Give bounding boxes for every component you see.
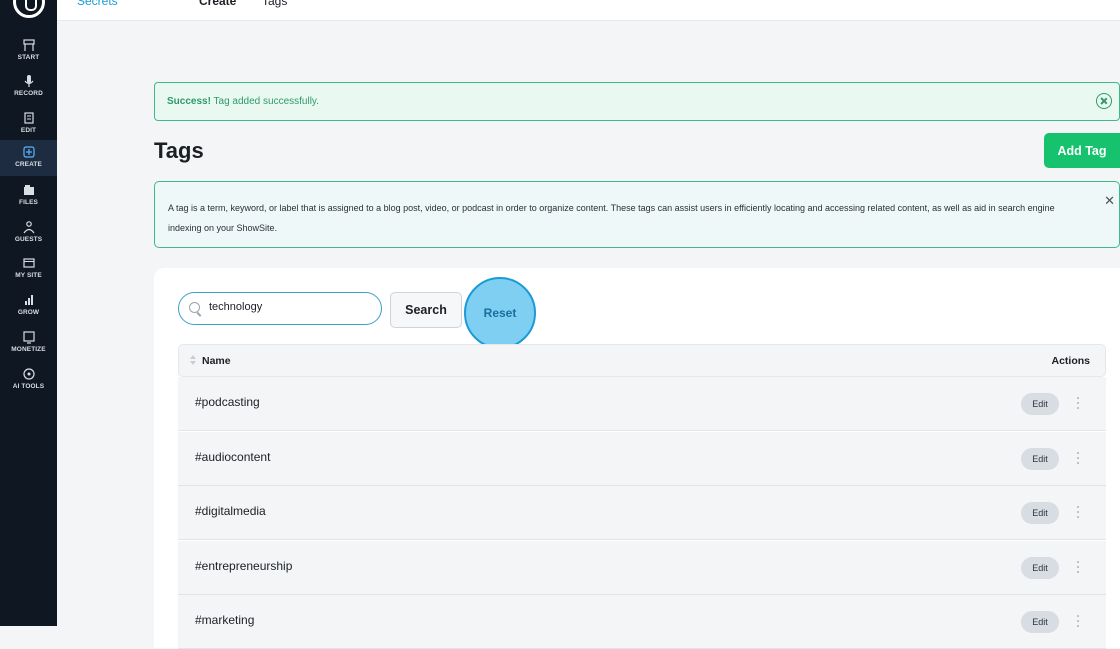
breadcrumb-podcast[interactable]: Secrets (77, 0, 118, 8)
sidebar-label: START (17, 54, 40, 61)
table-row: #audiocontent Edit (178, 432, 1106, 486)
reset-button[interactable]: Reset (464, 277, 536, 349)
sort-icon[interactable] (190, 355, 196, 367)
tag-name: #digitalmedia (195, 504, 266, 518)
sidebar-item-create[interactable]: CREATE (0, 140, 57, 176)
sidebar-label: RECORD (14, 90, 43, 97)
breadcrumb-tags: Tags (262, 0, 288, 8)
more-options-icon[interactable] (1076, 506, 1079, 518)
edit-icon (23, 112, 34, 124)
search-button[interactable]: Search (390, 292, 462, 328)
files-icon (23, 185, 34, 195)
tag-name: #podcasting (195, 395, 260, 409)
tag-name: #entrepreneurship (195, 559, 293, 573)
sidebar-item-my-site[interactable]: MY SITE (0, 251, 57, 287)
close-info-icon[interactable]: ✕ (1104, 194, 1115, 209)
sidebar-label: MY SITE (15, 272, 42, 279)
sidebar-label: EDIT (20, 127, 37, 134)
edit-button[interactable]: Edit (1021, 448, 1059, 470)
sidebar-label: GUESTS (14, 236, 43, 243)
search-field[interactable] (178, 292, 382, 325)
info-box: A tag is a term, keyword, or label that … (154, 181, 1120, 248)
add-tag-button[interactable]: Add Tag (1044, 133, 1120, 168)
alert-message: Tag added successfully. (213, 96, 319, 107)
tag-name: #audiocontent (195, 450, 271, 464)
edit-button[interactable]: Edit (1021, 611, 1059, 633)
table-row: #marketing Edit (178, 595, 1106, 649)
more-options-icon[interactable] (1076, 561, 1079, 573)
more-options-icon[interactable] (1076, 615, 1079, 627)
sidebar-label: GROW (17, 309, 40, 316)
edit-button[interactable]: Edit (1021, 393, 1059, 415)
tag-name: #marketing (195, 613, 255, 627)
page-title: Tags (154, 138, 204, 163)
column-header-name[interactable]: Name (202, 355, 231, 367)
sidebar-label: AI TOOLS (12, 383, 45, 390)
guests-icon (23, 221, 34, 234)
create-icon (22, 146, 35, 158)
sidebar-item-guests[interactable]: GUESTS (0, 215, 57, 251)
sidebar-item-record[interactable]: RECORD (0, 69, 57, 105)
sidebar-item-edit[interactable]: EDIT (0, 106, 57, 142)
sidebar: START RECORD EDIT CREATE FILES GUESTS MY… (0, 0, 57, 626)
sidebar-item-grow[interactable]: GROW (0, 288, 57, 324)
close-alert-icon[interactable] (1096, 93, 1112, 109)
logo-icon[interactable] (13, 0, 45, 18)
search-input[interactable] (209, 301, 369, 313)
ai-tools-icon (22, 368, 35, 380)
tags-card: Search Reset Name Actions #podcasting Ed… (154, 268, 1120, 649)
monetize-icon (22, 331, 35, 344)
more-options-icon[interactable] (1076, 452, 1079, 464)
search-icon (189, 302, 200, 313)
table-header: Name Actions (178, 344, 1106, 377)
sidebar-label: FILES (19, 199, 38, 206)
top-bar: Secrets Create Tags (57, 0, 1120, 21)
table-row: #entrepreneurship Edit (178, 541, 1106, 595)
edit-button[interactable]: Edit (1021, 502, 1059, 524)
grow-icon (24, 295, 33, 305)
edit-button[interactable]: Edit (1021, 557, 1059, 579)
sidebar-label: CREATE (15, 161, 42, 168)
sidebar-item-files[interactable]: FILES (0, 178, 57, 214)
more-options-icon[interactable] (1076, 397, 1079, 409)
sidebar-item-start[interactable]: START (0, 33, 57, 69)
my-site-icon (22, 258, 35, 268)
sidebar-item-monetize[interactable]: MONETIZE (0, 325, 57, 361)
breadcrumb-create[interactable]: Create (199, 0, 236, 8)
alert-title: Success! (167, 96, 211, 107)
table-row: #podcasting Edit (178, 377, 1106, 431)
microphone-icon (24, 75, 33, 87)
info-text: A tag is a term, keyword, or label that … (168, 203, 1055, 233)
success-alert: Success! Tag added successfully. (154, 82, 1120, 121)
table-row: #digitalmedia Edit (178, 486, 1106, 540)
column-header-actions: Actions (1051, 355, 1090, 367)
sidebar-item-ai-tools[interactable]: AI TOOLS (0, 362, 57, 398)
sidebar-label: MONETIZE (11, 346, 46, 353)
start-icon (22, 39, 35, 51)
